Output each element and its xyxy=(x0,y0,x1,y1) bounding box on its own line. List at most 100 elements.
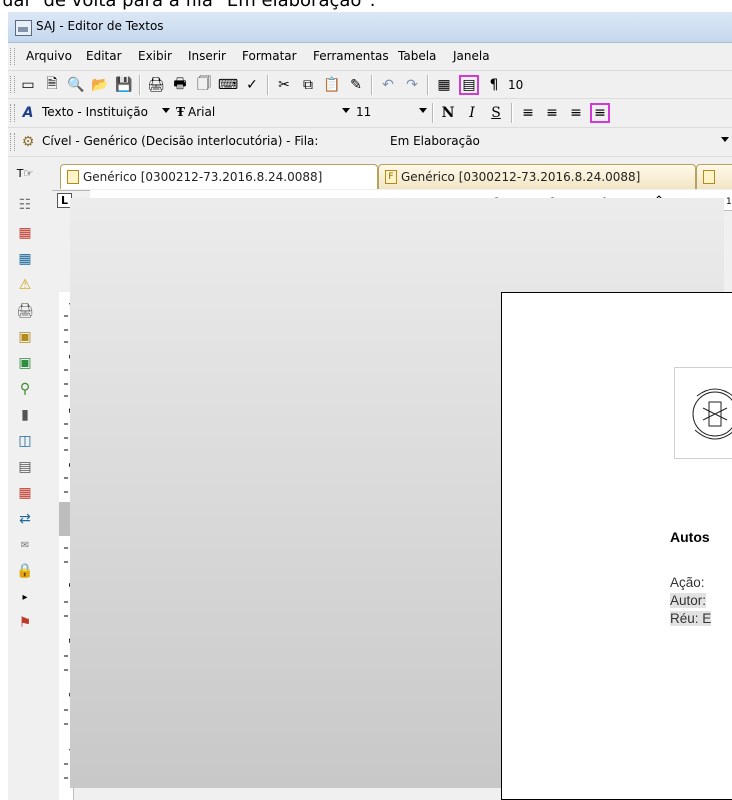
chevron-down-icon[interactable] xyxy=(162,108,170,113)
font-size-select[interactable]: 11 xyxy=(356,105,371,119)
toolbar-separator xyxy=(511,103,513,123)
align-left-icon[interactable]: ≡ xyxy=(518,103,538,123)
queue-select[interactable]: Em Elaboração xyxy=(390,134,480,148)
font-select[interactable]: Arial xyxy=(188,105,215,119)
window-title: SAJ - Editor de Textos xyxy=(36,19,164,33)
toolbar-separator xyxy=(371,75,373,95)
document-tabs: Genérico [0300212-73.2016.8.24.0088] F G… xyxy=(8,157,732,191)
queue-bar: ⚙ Cível - Genérico (Decisão interlocutór… xyxy=(8,128,732,157)
menubar-grip[interactable] xyxy=(10,48,15,65)
insert-table-icon[interactable]: ▦ xyxy=(434,75,454,95)
bold-button[interactable]: N xyxy=(438,103,458,123)
copy-icon[interactable]: ⧉ xyxy=(298,75,318,95)
coat-of-arms-image xyxy=(674,367,732,459)
toolbar-separator xyxy=(139,75,141,95)
link-documents-icon[interactable]: ◫ xyxy=(15,431,35,451)
text-cursor-icon[interactable]: T​☞ xyxy=(15,163,35,183)
document-line: Autor: xyxy=(670,593,707,608)
caption-text: ual" de volta para a fila "Em elaboração… xyxy=(2,0,376,11)
menu-tabela[interactable]: Tabela xyxy=(398,49,436,63)
title-bar: SAJ - Editor de Textos xyxy=(8,12,732,43)
form-f-icon[interactable]: ▣ xyxy=(15,327,35,347)
warning-icon[interactable]: ⚠ xyxy=(15,275,35,295)
save-icon[interactable]: 💾 xyxy=(114,75,134,95)
expand-arrow-icon[interactable]: ▸ xyxy=(15,587,35,607)
chevron-down-icon[interactable] xyxy=(342,108,350,113)
ruler-label: 1 xyxy=(726,197,732,207)
menu-formatar[interactable]: Formatar xyxy=(242,49,297,63)
form-c-icon[interactable]: ▣ xyxy=(15,353,35,373)
tab-label: Genérico [0300212-73.2016.8.24.0088] xyxy=(83,170,323,184)
lock-icon[interactable]: 🔒 xyxy=(15,561,35,581)
autotext-icon[interactable]: ⌨ xyxy=(218,75,238,95)
document-arrow-icon[interactable]: ⇄ xyxy=(15,509,35,529)
print-icon[interactable]: 🖨 xyxy=(146,75,166,95)
chevron-down-icon[interactable] xyxy=(419,108,427,113)
field-icon[interactable]: ☷ xyxy=(15,195,35,215)
print-preview-icon[interactable]: 🗍 xyxy=(194,75,214,95)
menu-exibir[interactable]: Exibir xyxy=(138,49,172,63)
tab-document-1[interactable]: Genérico [0300212-73.2016.8.24.0088] xyxy=(60,164,378,189)
stamp-icon[interactable]: ▦ xyxy=(15,249,35,269)
document-page[interactable]: Autos Ação: Autor: Réu: E xyxy=(501,292,732,800)
flag-icon[interactable]: ⚑ xyxy=(15,613,35,633)
show-field-icon[interactable]: ▤ xyxy=(459,75,479,95)
printer-icon[interactable]: 🖨 xyxy=(15,301,35,321)
tab-document-2[interactable]: F Genérico [0300212-73.2016.8.24.0088] xyxy=(378,164,696,189)
tab-label: Genérico [0300212-73.2016.8.24.0088] xyxy=(401,170,641,184)
tab-document-3[interactable] xyxy=(696,164,732,189)
search-binoculars-icon[interactable]: 🔍 xyxy=(66,75,86,95)
menu-editar[interactable]: Editar xyxy=(86,49,122,63)
side-toolbar: T​☞ ☷ ▦ ▦ ⚠ 🖨 ▣ ▣ ⚲ ▮ ◫ ▤ ▦ ⇄ ✉ 🔒 ▸ ⚑ xyxy=(8,157,52,800)
cut-icon[interactable]: ✂ xyxy=(274,75,294,95)
page-caption: ual" de volta para a fila "Em elaboração… xyxy=(0,0,732,12)
document-properties-icon[interactable]: ▦ xyxy=(15,223,35,243)
zoom-value[interactable]: 10 xyxy=(508,78,523,92)
undo-icon[interactable]: ↶ xyxy=(378,75,398,95)
form-f-icon: F xyxy=(385,170,397,184)
paste-icon[interactable]: 📋 xyxy=(322,75,342,95)
format-grip[interactable] xyxy=(10,104,15,122)
spellcheck-icon[interactable]: ✓ xyxy=(242,75,262,95)
award-icon[interactable]: ⚲ xyxy=(15,379,35,399)
document-icon xyxy=(67,170,79,184)
align-right-icon[interactable]: ≡ xyxy=(566,103,586,123)
italic-button[interactable]: I xyxy=(462,103,482,123)
truetype-font-icon: Ŧ xyxy=(176,105,185,119)
new-document-icon[interactable]: 🗎 xyxy=(42,75,62,95)
document-line: Réu: E xyxy=(670,611,712,626)
document-line: Ação: xyxy=(670,575,705,590)
app-icon xyxy=(15,20,32,36)
document-icon xyxy=(703,170,715,184)
redo-icon[interactable]: ↷ xyxy=(402,75,422,95)
toolbar-separator xyxy=(432,103,434,123)
model-label: Cível - Genérico (Decisão interlocutória… xyxy=(42,134,319,148)
open-folder-icon[interactable]: 📂 xyxy=(90,75,110,95)
new-blank-icon[interactable]: ▭ xyxy=(18,75,38,95)
bookmark-icon[interactable]: ▮ xyxy=(15,405,35,425)
workflow-icon: ⚙ xyxy=(21,134,35,150)
format-painter-icon[interactable]: ✎ xyxy=(346,75,366,95)
toolbar-separator xyxy=(267,75,269,95)
chevron-down-icon[interactable] xyxy=(721,137,729,142)
table-icon[interactable]: ▦ xyxy=(15,483,35,503)
document-heading: Autos xyxy=(670,529,710,545)
standard-toolbar: ▭ 🗎 🔍 📂 💾 🖨 🖶 🗍 ⌨ ✓ ✂ ⧉ 📋 ✎ ↶ ↷ ▦ ▤ ¶ 10 xyxy=(8,71,732,99)
justify-icon[interactable]: ≡ xyxy=(590,103,610,123)
print-all-icon[interactable]: 🖶 xyxy=(170,75,190,95)
format-toolbar: A Texto - Instituição Ŧ Arial 11 N I S ≡… xyxy=(8,99,732,128)
menu-inserir[interactable]: Inserir xyxy=(188,49,226,63)
menu-ferramentas[interactable]: Ferramentas xyxy=(313,49,389,63)
align-center-icon[interactable]: ≡ xyxy=(542,103,562,123)
underline-button[interactable]: S xyxy=(486,103,506,123)
image-icon[interactable]: ▤ xyxy=(15,457,35,477)
toolbar-grip[interactable] xyxy=(10,76,15,93)
style-icon: A xyxy=(22,105,34,121)
menu-janela[interactable]: Janela xyxy=(453,49,490,63)
toolbar-separator xyxy=(427,75,429,95)
menu-arquivo[interactable]: Arquivo xyxy=(26,49,72,63)
queue-grip[interactable] xyxy=(10,133,15,151)
barcode-icon[interactable]: ✉ xyxy=(15,535,35,555)
style-select[interactable]: Texto - Instituição xyxy=(42,105,148,119)
pilcrow-icon[interactable]: ¶ xyxy=(484,75,504,95)
